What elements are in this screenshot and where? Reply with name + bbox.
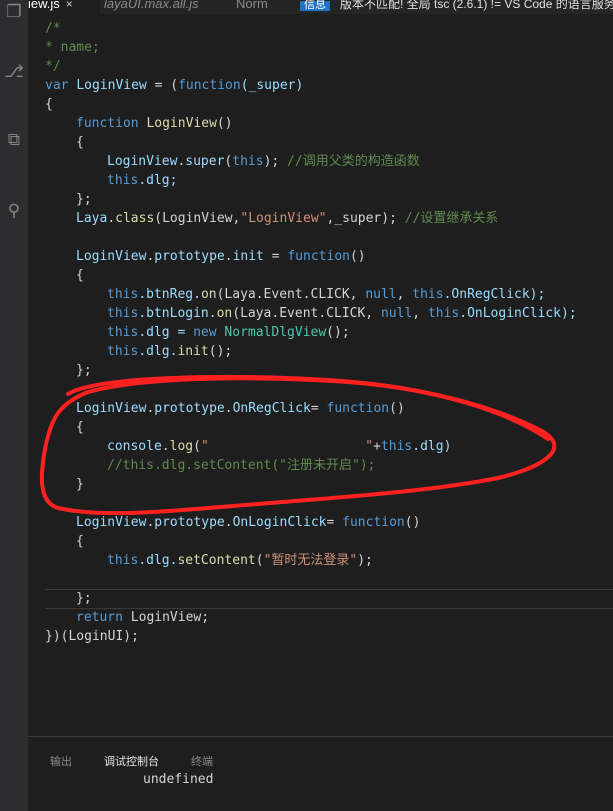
code-line: this.dlg = new NormalDlgView(); [107, 325, 350, 340]
code-line: function LoginView() [76, 116, 233, 131]
code-line: LoginView.super(this); //调用父类的构造函数 [107, 154, 420, 169]
version-notification[interactable]: 信息 版本不匹配! 全局 tsc (2.6.1) != VS Code 的语言服务… [300, 0, 613, 14]
editor-tab-bar: iew.js × layaUI.max.all.js Norm 信息 版本不匹配! … [28, 0, 613, 14]
code-line: { [76, 534, 84, 549]
code-line: LoginView.prototype.OnRegClick= function… [76, 401, 405, 416]
tab-layaui-max-all-js[interactable]: layaUI.max.all.js [104, 0, 199, 14]
bottom-panel: 输出 调试控制台 终端 undefined [28, 736, 613, 811]
code-line: { [45, 97, 53, 112]
extensions-icon[interactable]: ⧉ [0, 128, 28, 152]
current-line-highlight [45, 589, 613, 609]
code-line: console.log(" "+this.dlg) [107, 439, 452, 454]
code-line: */ [45, 59, 61, 74]
code-line: { [76, 135, 84, 150]
code-line: this.dlg.setContent("暂时无法登录"); [107, 553, 373, 568]
tab-debug-console[interactable]: 调试控制台 [104, 753, 159, 769]
code-line: }; [76, 591, 92, 606]
console-output: undefined [143, 772, 214, 787]
tab-label: layaUI.max.all.js [104, 0, 199, 11]
code-line: })(LoginUI); [45, 629, 139, 644]
code-line: /* [45, 21, 61, 36]
code-line: { [76, 420, 84, 435]
tab-label: iew.js [28, 0, 60, 11]
code-line: this.dlg; [107, 173, 178, 188]
info-badge: 信息 [300, 0, 330, 11]
code-line: //this.dlg.setContent("注册未开启"); [107, 458, 376, 473]
code-line: return LoginView; [76, 610, 210, 625]
code-line: LoginView.prototype.init = function() [76, 249, 366, 264]
code-line: this.btnLogin.on(Laya.Event.CLICK, null,… [107, 306, 577, 321]
code-line: * name; [45, 40, 100, 55]
code-line: { [76, 268, 84, 283]
code-editor[interactable]: /* * name; */ var LoginView = (function(… [28, 14, 613, 736]
code-line: this.btnReg.on(Laya.Event.CLICK, null, t… [107, 287, 546, 302]
code-line: var LoginView = (function(_super) [45, 78, 304, 93]
explorer-icon[interactable]: ❐ [0, 0, 28, 24]
tab-norm[interactable]: Norm [236, 0, 268, 14]
code-line: }; [76, 192, 92, 207]
code-line: LoginView.prototype.OnLoginClick= functi… [76, 515, 421, 530]
search-icon[interactable]: ⚲ [0, 199, 28, 223]
code-line: } [76, 477, 84, 492]
tab-terminal[interactable]: 终端 [191, 753, 213, 769]
activity-bar: ❐ ⎇ ⧉ ⚲ [0, 0, 28, 811]
code-line: Laya.class(LoginView,"LoginView",_super)… [76, 211, 499, 226]
close-icon[interactable]: × [66, 0, 73, 11]
notification-text: 版本不匹配! 全局 tsc (2.6.1) != VS Code 的语言服务(2… [340, 0, 613, 11]
git-icon[interactable]: ⎇ [0, 60, 28, 84]
tab-output[interactable]: 输出 [50, 753, 72, 769]
code-line: }; [76, 363, 92, 378]
code-line: this.dlg.init(); [107, 344, 233, 359]
tab-loginview-js[interactable]: iew.js × [28, 0, 100, 14]
tab-label: Norm [236, 0, 268, 11]
